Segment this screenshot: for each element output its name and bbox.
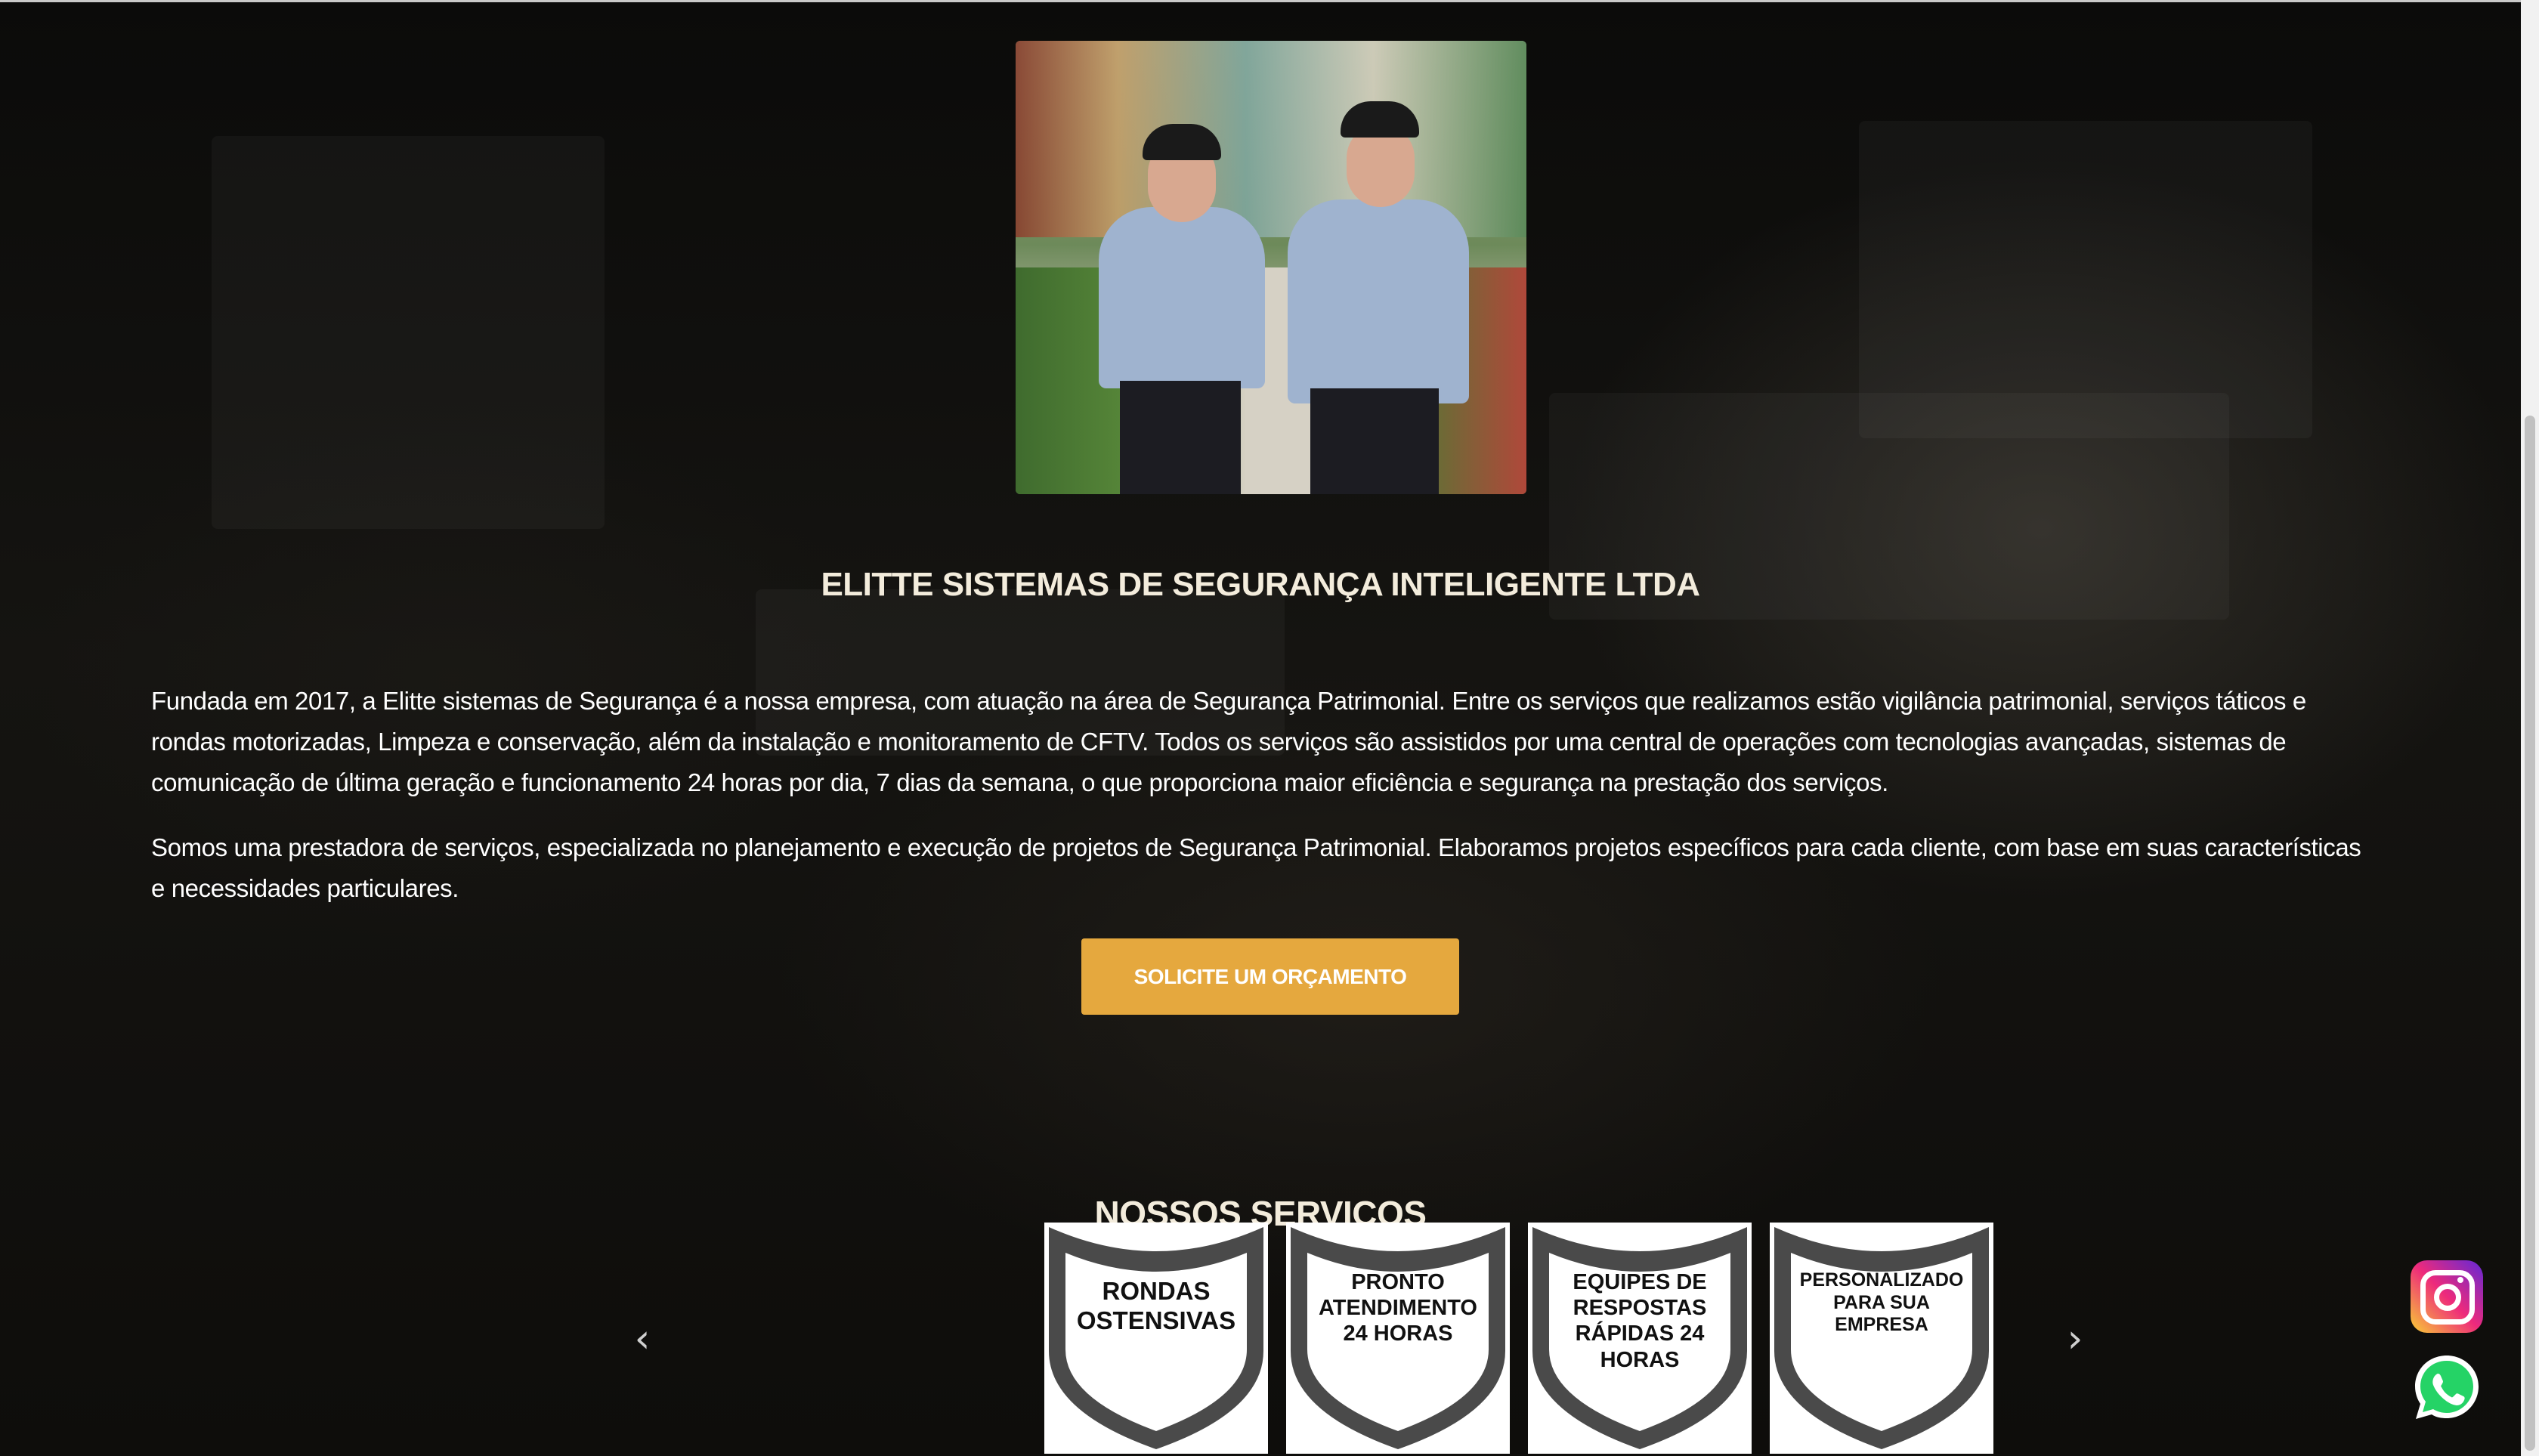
about-paragraph-1: Fundada em 2017, a Elitte sistemas de Se… (151, 687, 2306, 796)
scrollbar[interactable] (2521, 0, 2539, 1456)
scrollbar-thumb[interactable] (2525, 416, 2535, 1451)
service-card[interactable]: RONDAS OSTENSIVAS (1044, 1223, 1268, 1454)
page: ELITTE SISTEMAS DE SEGURANÇA INTELIGENTE… (0, 0, 2539, 1456)
company-name-heading: ELITTE SISTEMAS DE SEGURANÇA INTELIGENTE… (821, 566, 1700, 604)
security-guards-photo (1016, 41, 1526, 494)
service-card[interactable]: PRONTO ATENDIMENTO 24 HORAS (1286, 1223, 1510, 1454)
request-quote-button[interactable]: SOLICITE UM ORÇAMENTO (1081, 938, 1459, 1015)
guard-female (1084, 109, 1280, 494)
top-border (0, 0, 2521, 2)
whatsapp-icon[interactable] (2411, 1351, 2483, 1424)
shield-icon (1049, 1227, 1263, 1449)
background-shape (212, 136, 605, 529)
service-card-label: PERSONALIZADO PARA SUA EMPRESA (1799, 1269, 1964, 1335)
service-card-label: RONDAS OSTENSIVAS (1076, 1277, 1236, 1334)
service-card-label: PRONTO ATENDIMENTO 24 HORAS (1319, 1270, 1477, 1346)
about-paragraph-2: Somos uma prestadora de serviços, especi… (151, 833, 2361, 902)
background-shape (1859, 121, 2312, 438)
service-card[interactable]: PERSONALIZADO PARA SUA EMPRESA (1770, 1223, 1993, 1454)
instagram-icon[interactable] (2411, 1260, 2483, 1333)
service-card[interactable]: EQUIPES DE RESPOSTAS RÁPIDAS 24 HORAS (1528, 1223, 1752, 1454)
shield-icon (1774, 1227, 1989, 1449)
service-card-label: EQUIPES DE RESPOSTAS RÁPIDAS 24 HORAS (1573, 1270, 1707, 1372)
guard-male (1280, 86, 1477, 494)
carousel-next-icon[interactable]: › (2060, 1319, 2090, 1359)
carousel-prev-icon[interactable]: ‹ (627, 1319, 657, 1359)
